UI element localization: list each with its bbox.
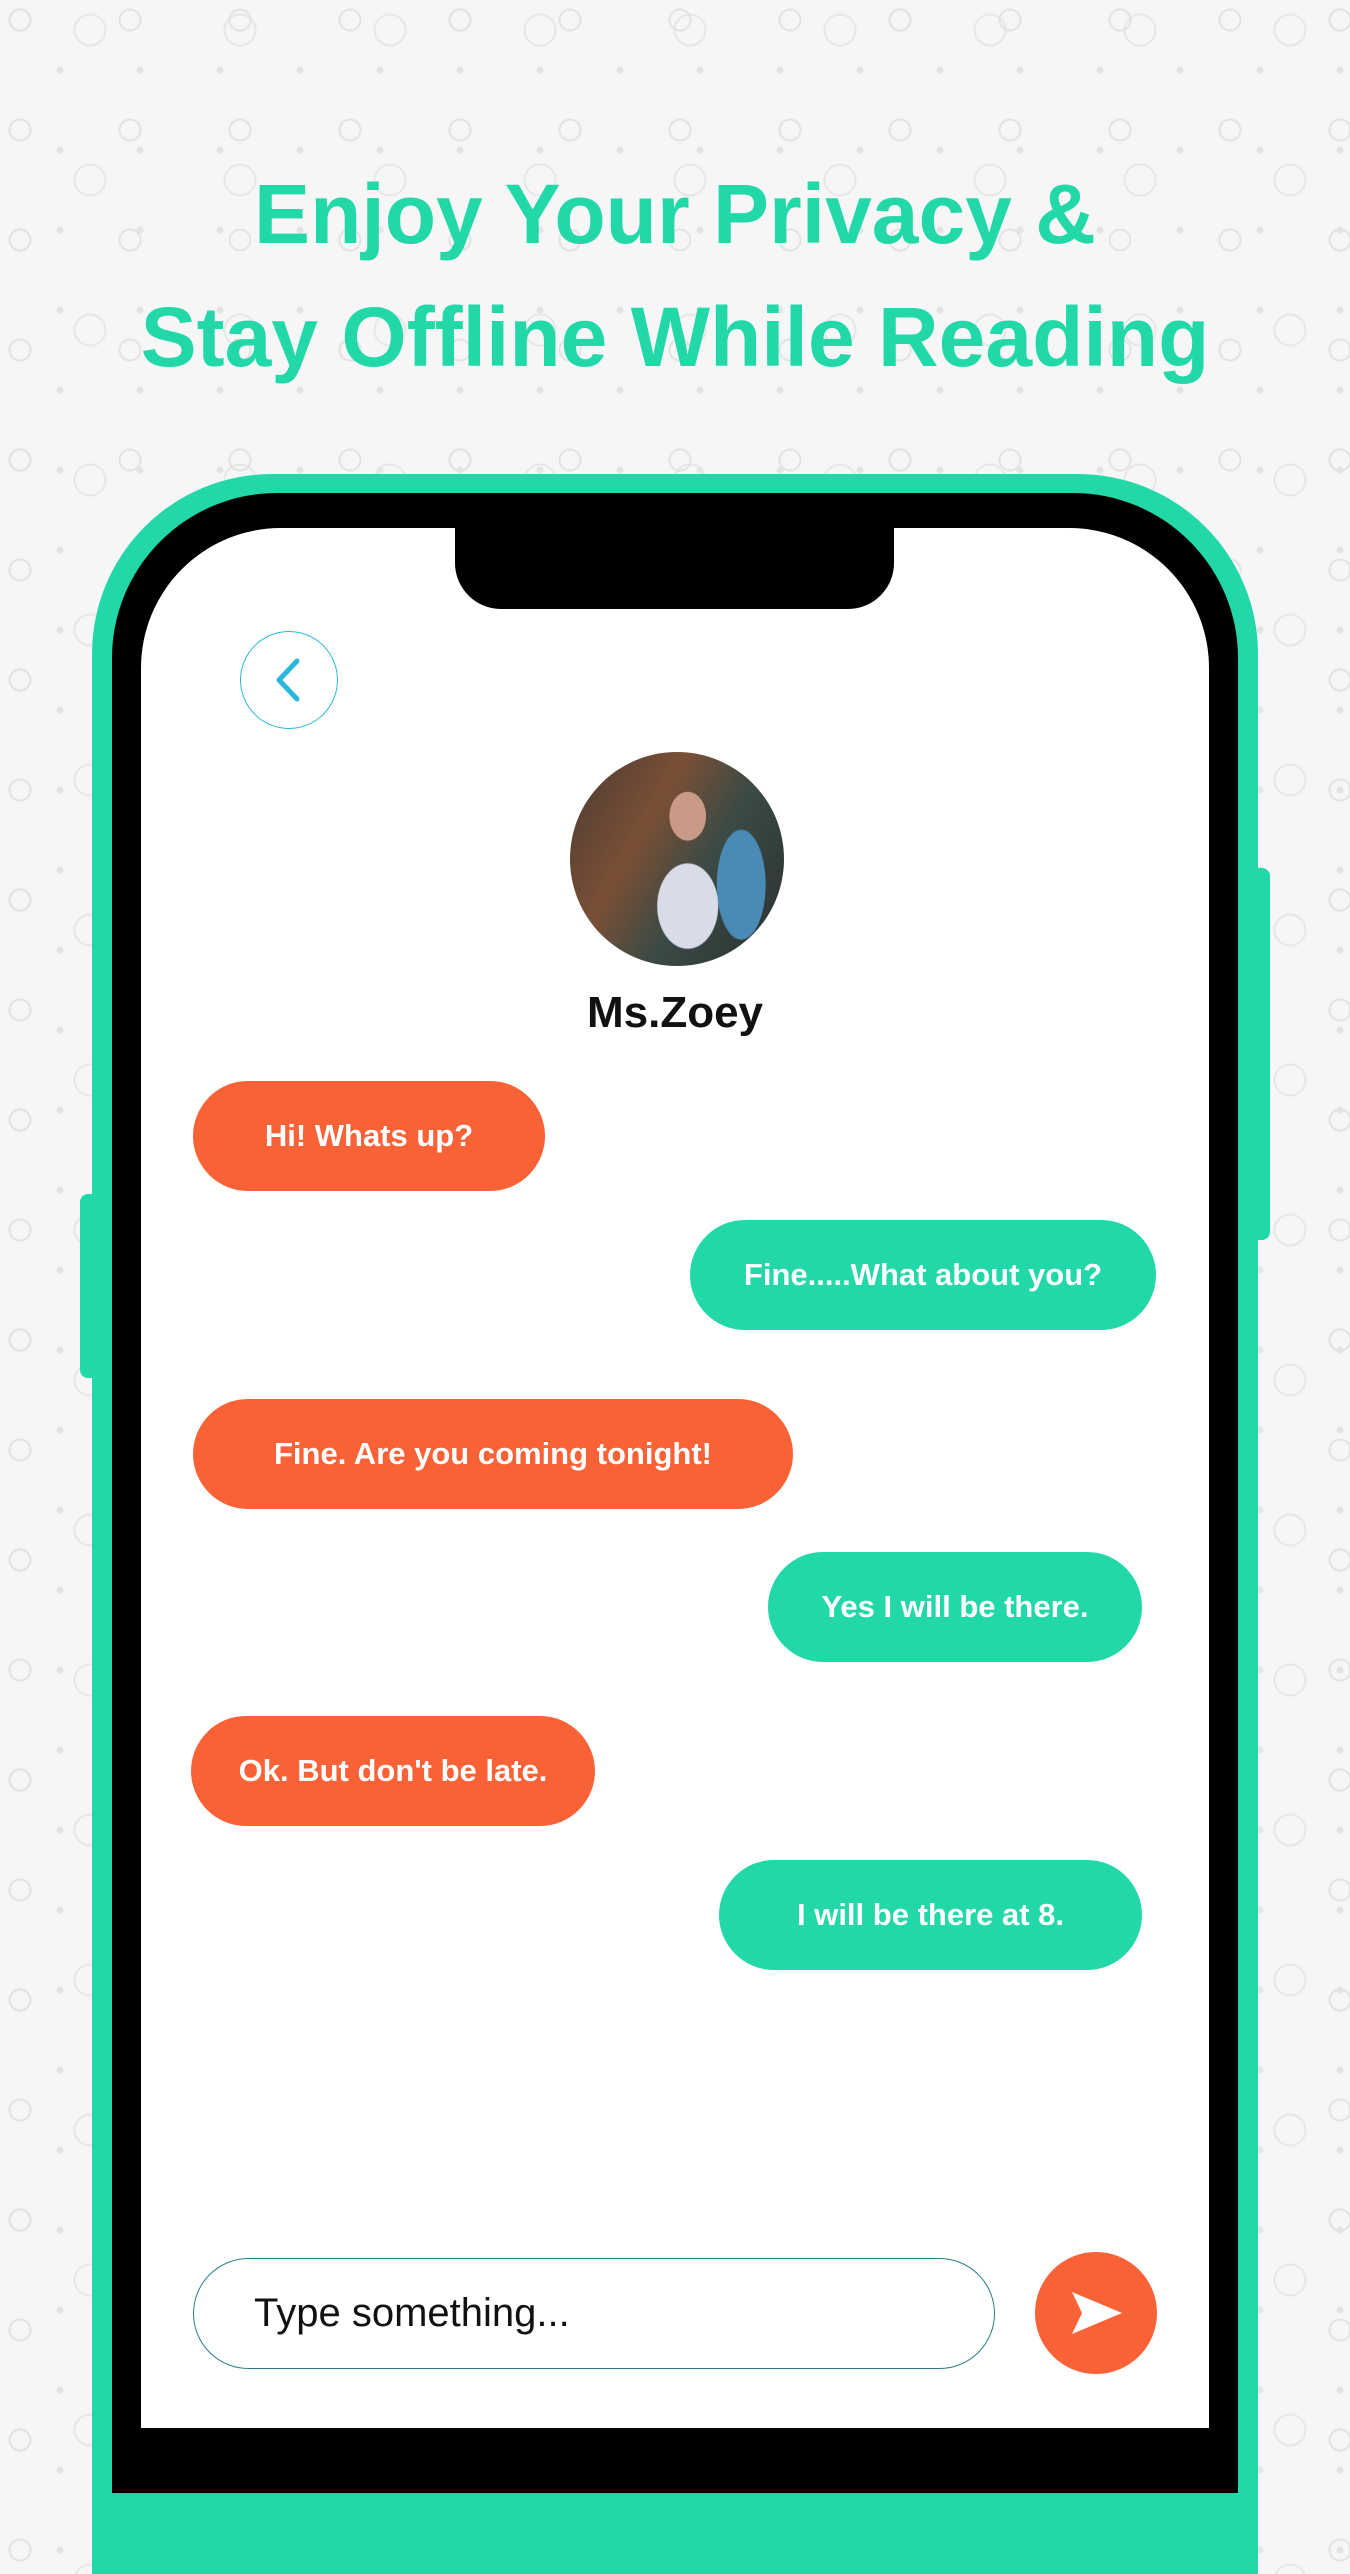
send-button[interactable] bbox=[1035, 2252, 1157, 2374]
message-sent: Fine.....What about you? bbox=[690, 1220, 1156, 1330]
message-input[interactable]: Type something... bbox=[193, 2258, 995, 2369]
message-input-placeholder: Type something... bbox=[254, 2291, 570, 2335]
chevron-left-icon bbox=[276, 658, 300, 702]
phone-notch bbox=[455, 500, 894, 609]
message-received: Hi! Whats up? bbox=[193, 1081, 545, 1191]
message-sent: Yes I will be there. bbox=[768, 1552, 1142, 1662]
contact-avatar[interactable] bbox=[570, 752, 784, 966]
headline-line-2: Stay Offline While Reading bbox=[140, 290, 1210, 384]
headline-line-1: Enjoy Your Privacy & bbox=[254, 167, 1096, 261]
back-button[interactable] bbox=[240, 631, 338, 729]
message-sent: I will be there at 8. bbox=[719, 1860, 1142, 1970]
message-received: Ok. But don't be late. bbox=[191, 1716, 595, 1826]
message-received: Fine. Are you coming tonight! bbox=[193, 1399, 793, 1509]
send-icon bbox=[1072, 2292, 1122, 2334]
contact-name: Ms.Zoey bbox=[586, 988, 764, 1037]
